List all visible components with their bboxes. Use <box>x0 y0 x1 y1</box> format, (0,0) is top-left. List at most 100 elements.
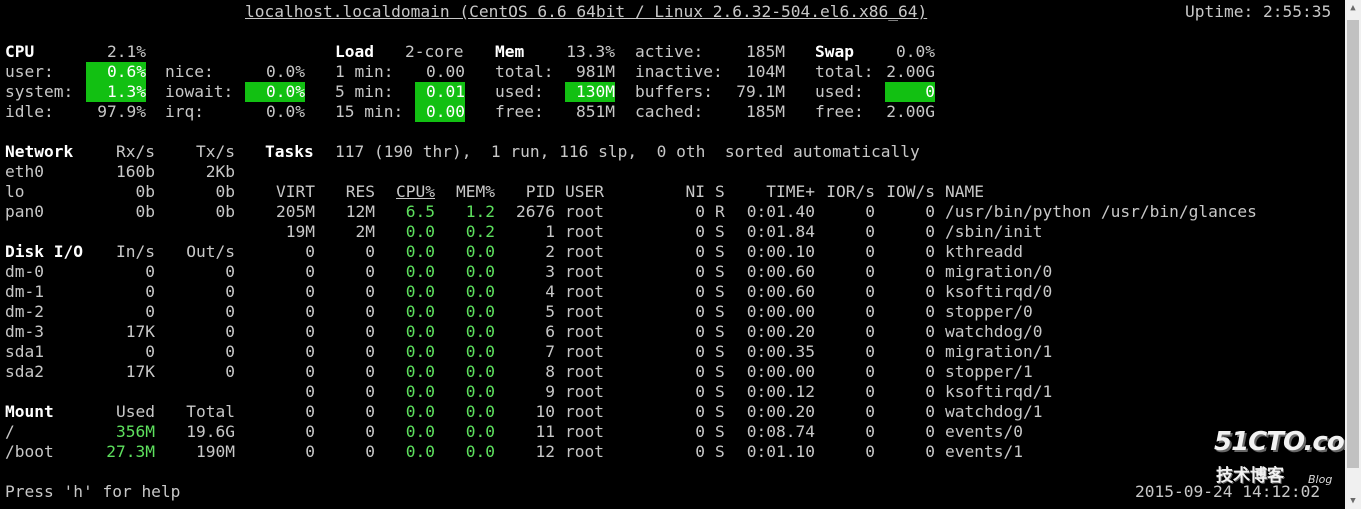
process-ni: 0 <box>695 422 705 441</box>
process-iow: 0 <box>925 442 935 461</box>
process-name: events/0 <box>945 422 1023 441</box>
process-ior: 0 <box>865 282 875 301</box>
scroll-down-icon[interactable]: ▼ <box>1345 493 1361 509</box>
diskio-device-out: 0 <box>225 342 235 361</box>
process-status: S <box>715 402 725 421</box>
process-virt: 19M <box>285 222 315 241</box>
process-ior: 0 <box>865 342 875 361</box>
diskio-header-name: Disk I/O <box>5 242 83 261</box>
scroll-up-icon[interactable]: ▲ <box>1345 0 1361 16</box>
process-user: root <box>565 362 604 381</box>
network-iface-tx: 0b <box>215 202 236 221</box>
cpu-idle-value: 97.9% <box>97 102 146 121</box>
process-user: root <box>565 282 604 301</box>
process-status: S <box>715 222 725 241</box>
process-status: S <box>715 442 725 461</box>
process-ior: 0 <box>865 402 875 421</box>
mem-inactive-value: 104M <box>746 62 785 81</box>
process-user: root <box>565 402 604 421</box>
process-res: 0 <box>365 322 375 341</box>
network-iface-name: pan0 <box>5 202 44 221</box>
process-user: root <box>565 382 604 401</box>
process-virt: 0 <box>305 422 315 441</box>
mem-free-value: 851M <box>576 102 615 121</box>
process-iow: 0 <box>925 402 935 421</box>
process-iow: 0 <box>925 302 935 321</box>
tasks-summary: 117 (190 thr), 1 run, 116 slp, 0 oth sor… <box>335 142 920 161</box>
process-user: root <box>565 302 604 321</box>
process-pid: 5 <box>545 302 555 321</box>
process-mem: 0.0 <box>465 382 495 401</box>
process-mem: 0.0 <box>465 262 495 281</box>
process-ior: 0 <box>865 382 875 401</box>
process-mem: 0.2 <box>465 222 495 241</box>
network-iface-name: lo <box>5 182 25 201</box>
swap-total-label: total: <box>815 62 874 81</box>
diskio-device-name: dm-1 <box>5 282 44 301</box>
mem-used-label: used: <box>495 82 544 101</box>
process-status: R <box>715 202 725 221</box>
diskio-device-out: 0 <box>225 282 235 301</box>
process-iow: 0 <box>925 322 935 341</box>
diskio-header-in: In/s <box>116 242 155 261</box>
process-ior: 0 <box>865 202 875 221</box>
process-iow: 0 <box>925 362 935 381</box>
mount-point-used: 356M <box>116 422 155 441</box>
mem-free-label: free: <box>495 102 544 121</box>
diskio-device-out: 0 <box>225 362 235 381</box>
mem-inactive-label: inactive: <box>635 62 723 81</box>
process-res: 0 <box>365 302 375 321</box>
process-cpu: 0.0 <box>405 322 435 341</box>
diskio-device-out: 0 <box>225 302 235 321</box>
process-virt: 0 <box>305 242 315 261</box>
mem-buffers-label: buffers: <box>635 82 713 101</box>
process-ni: 0 <box>695 202 705 221</box>
process-ni: 0 <box>695 282 705 301</box>
process-virt: 0 <box>305 402 315 421</box>
cpu-nice-value: 0.0% <box>266 62 305 81</box>
cpu-user-label: user: <box>5 62 54 81</box>
process-pid: 9 <box>545 382 555 401</box>
diskio-device-in: 0 <box>145 262 155 281</box>
process-res: 0 <box>365 242 375 261</box>
network-iface-rx: 0b <box>135 202 156 221</box>
swap-used-value: 0 <box>885 82 935 102</box>
process-time: 0:00.35 <box>746 342 815 361</box>
vertical-scrollbar[interactable]: ▲ ▼ <box>1345 0 1361 509</box>
mem-cached-label: cached: <box>635 102 704 121</box>
network-iface-tx: 2Kb <box>205 162 235 181</box>
scrollbar-thumb[interactable] <box>1347 20 1359 468</box>
mem-active-value: 185M <box>746 42 785 61</box>
process-ior: 0 <box>865 422 875 441</box>
uptime-display: Uptime: 2:55:35 <box>1185 2 1332 21</box>
process-status: S <box>715 322 725 341</box>
mount-header-total: Total <box>186 402 235 421</box>
mem-buffers-value: 79.1M <box>736 82 785 101</box>
process-pid: 6 <box>545 322 555 341</box>
process-ior: 0 <box>865 442 875 461</box>
process-res: 0 <box>365 382 375 401</box>
process-mem: 0.0 <box>465 242 495 261</box>
process-user: root <box>565 222 604 241</box>
process-cpu: 0.0 <box>405 242 435 261</box>
process-pid: 2676 <box>516 202 555 221</box>
process-ior: 0 <box>865 362 875 381</box>
cpu-iowait-label: iowait: <box>165 82 234 101</box>
process-status: S <box>715 282 725 301</box>
process-user: root <box>565 322 604 341</box>
process-cpu: 0.0 <box>405 362 435 381</box>
process-mem: 0.0 <box>465 302 495 321</box>
process-name: /usr/bin/python /usr/bin/glances <box>945 202 1257 221</box>
process-cpu: 6.5 <box>405 202 435 221</box>
cpu-title: CPU <box>5 42 35 61</box>
process-res: 0 <box>365 282 375 301</box>
process-ior: 0 <box>865 302 875 321</box>
mount-point-name: / <box>5 422 15 441</box>
column-header-mem: MEM% <box>456 182 495 201</box>
process-ni: 0 <box>695 402 705 421</box>
process-iow: 0 <box>925 282 935 301</box>
diskio-device-out: 0 <box>225 262 235 281</box>
swap-percent: 0.0% <box>896 42 935 61</box>
process-cpu: 0.0 <box>405 342 435 361</box>
swap-title: Swap <box>815 42 854 61</box>
